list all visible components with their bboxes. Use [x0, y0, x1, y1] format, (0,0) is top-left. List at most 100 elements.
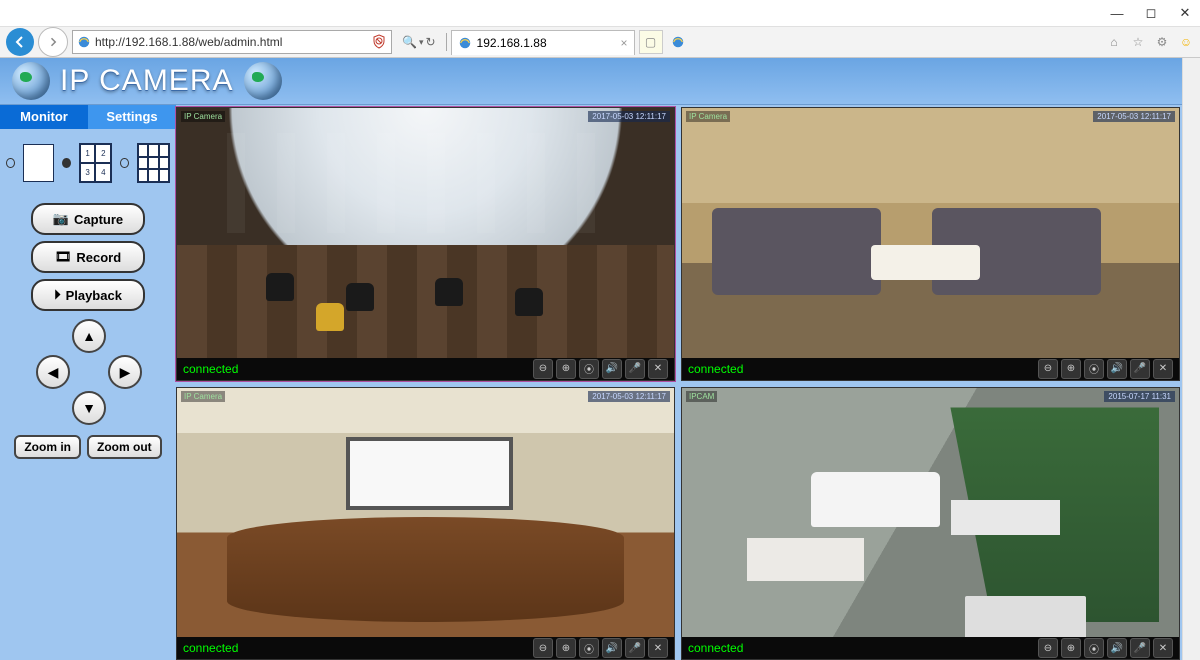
feed-timestamp: 2017-05-03 12:11:17: [1093, 111, 1175, 122]
refresh-icon[interactable]: ↻: [425, 35, 435, 49]
feed-status: connected: [183, 362, 238, 376]
camera-feed-1[interactable]: IP Camera 2017-05-03 12:11:17 connected …: [176, 107, 675, 381]
tools-icon[interactable]: ✕: [1153, 359, 1173, 379]
emoji-icon[interactable]: ☺: [1178, 34, 1194, 50]
address-bar[interactable]: http://192.168.1.88/web/admin.html: [72, 30, 392, 54]
ptz-up-button[interactable]: ▲: [72, 319, 106, 353]
vertical-scrollbar[interactable]: [1182, 58, 1200, 660]
window-close-button[interactable]: ✕: [1176, 4, 1194, 22]
new-tab-button[interactable]: ▢: [639, 30, 663, 54]
camera-feed-2[interactable]: IP Camera 2017-05-03 12:11:17 connected …: [681, 107, 1180, 381]
playback-button[interactable]: ⏵ Playback: [31, 279, 145, 311]
feed-label: IPCAM: [686, 391, 717, 402]
ptz-right-button[interactable]: ▶: [108, 355, 142, 389]
search-refresh-group: 🔍 ▾ ↻: [396, 35, 442, 49]
layout-cell: 4: [95, 163, 111, 182]
record-button[interactable]: 🎞 Record: [31, 241, 145, 273]
speaker-icon[interactable]: 🔊: [602, 359, 622, 379]
speaker-icon[interactable]: 🔊: [1107, 359, 1127, 379]
tools-icon[interactable]: ✕: [648, 638, 668, 658]
zoom-in-icon[interactable]: ⊕: [1061, 638, 1081, 658]
speaker-icon[interactable]: 🔊: [1107, 638, 1127, 658]
tools-icon[interactable]: ✕: [1153, 638, 1173, 658]
feed-timestamp: 2017-05-03 12:11:17: [588, 391, 670, 402]
zoom-out-icon[interactable]: ⊖: [1038, 638, 1058, 658]
zoom-controls: Zoom in Zoom out: [0, 433, 176, 459]
camera-feed-4[interactable]: IPCAM 2015-07-17 11:31 connected ⊖ ⊕ ⦿ 🔊…: [681, 387, 1180, 660]
play-icon: ⏵: [54, 287, 61, 303]
ptz-down-button[interactable]: ▼: [72, 391, 106, 425]
zoom-out-icon[interactable]: ⊖: [1038, 359, 1058, 379]
layout-nine[interactable]: [137, 143, 170, 183]
settings-gear-icon[interactable]: ⚙: [1154, 34, 1170, 50]
window-minimize-button[interactable]: —: [1108, 4, 1126, 22]
camera-grid: IP Camera 2017-05-03 12:11:17 connected …: [176, 105, 1182, 660]
mic-mute-icon[interactable]: 🎤: [625, 359, 645, 379]
separator: [446, 33, 447, 51]
feed-statusbar: connected ⊖ ⊕ ⦿ 🔊 🎤 ✕: [682, 358, 1179, 380]
speaker-icon[interactable]: 🔊: [602, 638, 622, 658]
ie-icon: [77, 35, 91, 49]
feed-timestamp: 2017-05-03 12:11:17: [588, 111, 670, 122]
browser-tab[interactable]: 192.168.1.88 ×: [451, 30, 635, 55]
window-maximize-button[interactable]: ◻: [1142, 4, 1160, 22]
record-dot-icon[interactable]: ⦿: [579, 359, 599, 379]
nav-back-button[interactable]: [6, 28, 34, 56]
ptz-controls: ▲ ◀ ▶ ▼: [28, 319, 148, 429]
tab-monitor[interactable]: Monitor: [0, 105, 88, 129]
layout-radio-9[interactable]: [120, 158, 129, 168]
ptz-left-button[interactable]: ◀: [36, 355, 70, 389]
film-icon: 🎞: [55, 249, 72, 265]
app-header: IP CAMERA: [0, 58, 1182, 105]
button-label: Capture: [74, 212, 123, 227]
tab-close-icon[interactable]: ×: [621, 36, 628, 50]
mic-mute-icon[interactable]: 🎤: [1130, 638, 1150, 658]
mic-mute-icon[interactable]: 🎤: [1130, 359, 1150, 379]
layout-single[interactable]: [23, 144, 55, 182]
app-title: IP CAMERA: [60, 64, 234, 98]
zoom-in-icon[interactable]: ⊕: [556, 638, 576, 658]
layout-radio-4[interactable]: [62, 158, 71, 168]
window-titlebar: — ◻ ✕: [0, 0, 1200, 26]
ie-logo-icon: [671, 35, 685, 49]
record-dot-icon[interactable]: ⦿: [1084, 638, 1104, 658]
tools-icon[interactable]: ✕: [648, 359, 668, 379]
security-shield-icon[interactable]: [371, 34, 387, 50]
feed-status: connected: [688, 362, 743, 376]
button-label: Playback: [66, 288, 122, 303]
feed-status: connected: [183, 641, 238, 655]
layout-cell: 2: [95, 144, 111, 163]
record-dot-icon[interactable]: ⦿: [579, 638, 599, 658]
feed-statusbar: connected ⊖ ⊕ ⦿ 🔊 🎤 ✕: [177, 358, 674, 380]
camera-feed-3[interactable]: IP Camera 2017-05-03 12:11:17 connected …: [176, 387, 675, 660]
layout-radio-1[interactable]: [6, 158, 15, 168]
zoom-in-icon[interactable]: ⊕: [556, 359, 576, 379]
home-icon[interactable]: ⌂: [1106, 34, 1122, 50]
mic-mute-icon[interactable]: 🎤: [625, 638, 645, 658]
feed-statusbar: connected ⊖ ⊕ ⦿ 🔊 🎤 ✕: [682, 637, 1179, 659]
zoom-in-button[interactable]: Zoom in: [14, 435, 81, 459]
layout-cell: 1: [80, 144, 96, 163]
feed-statusbar: connected ⊖ ⊕ ⦿ 🔊 🎤 ✕: [177, 637, 674, 659]
camera-icon: 📷: [53, 211, 69, 227]
zoom-out-icon[interactable]: ⊖: [533, 638, 553, 658]
favorites-icon[interactable]: ☆: [1130, 34, 1146, 50]
layout-quad[interactable]: 1 2 3 4: [79, 143, 112, 183]
page-content: IP CAMERA Monitor Settings 1 2 3 4: [0, 58, 1182, 660]
sidebar-tabs: Monitor Settings: [0, 105, 176, 129]
zoom-out-button[interactable]: Zoom out: [87, 435, 162, 459]
feed-label: IP Camera: [181, 111, 225, 122]
zoom-in-icon[interactable]: ⊕: [1061, 359, 1081, 379]
nav-forward-button[interactable]: [38, 27, 68, 57]
sidebar: Monitor Settings 1 2 3 4 📷: [0, 105, 176, 660]
layout-cell: 3: [80, 163, 96, 182]
feed-status: connected: [688, 641, 743, 655]
tab-settings[interactable]: Settings: [88, 105, 176, 129]
capture-button[interactable]: 📷 Capture: [31, 203, 145, 235]
tab-title: 192.168.1.88: [477, 36, 547, 50]
search-icon[interactable]: 🔍: [402, 35, 417, 49]
browser-tool-icons: ⌂ ☆ ⚙ ☺: [1106, 34, 1194, 50]
record-dot-icon[interactable]: ⦿: [1084, 359, 1104, 379]
ie-icon: [458, 36, 472, 50]
zoom-out-icon[interactable]: ⊖: [533, 359, 553, 379]
